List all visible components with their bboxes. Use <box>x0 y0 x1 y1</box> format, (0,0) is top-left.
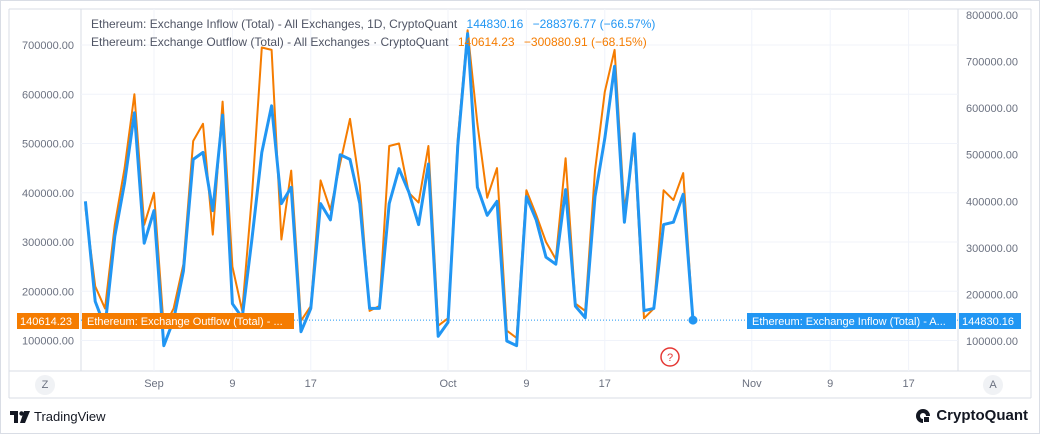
left-axis-ticks: 700000.00 600000.00 500000.00 400000.00 3000… <box>22 40 74 348</box>
left-axis-tick-label: 500000.00 <box>22 139 74 151</box>
outflow-name-tag-text: Ethereum: Exchange Outflow (Total) - ... <box>87 316 283 328</box>
outflow-price-tag-text: 140614.23 <box>20 316 72 328</box>
inflow-name-tag-text: Ethereum: Exchange Inflow (Total) - A... <box>752 316 946 328</box>
cryptoquant-label: CryptoQuant <box>936 407 1028 424</box>
outflow-name-tag: Ethereum: Exchange Outflow (Total) - ... <box>82 313 294 329</box>
right-axis-a-button[interactable]: A <box>983 375 1003 395</box>
time-axis-tick-label: 17 <box>305 378 317 390</box>
right-axis-tick-label: 100000.00 <box>966 336 1018 348</box>
time-axis-ticks: Sep 9 17 Oct 9 17 Nov 9 17 <box>144 378 915 390</box>
left-axis-z-button[interactable]: Z <box>35 375 55 395</box>
right-axis-tick-label: 700000.00 <box>966 57 1018 69</box>
cryptoquant-icon <box>916 408 932 424</box>
cryptoquant-logo[interactable]: CryptoQuant <box>915 407 1028 424</box>
time-axis-tick-label: 9 <box>229 378 235 390</box>
left-axis-tick-label: 400000.00 <box>22 188 74 200</box>
right-axis-tick-label: 200000.00 <box>966 289 1018 301</box>
left-axis-tick-label: 600000.00 <box>22 89 74 101</box>
right-axis-tick-label: 400000.00 <box>966 196 1018 208</box>
outflow-series-line <box>84 29 694 339</box>
legend-inflow[interactable]: Ethereum: Exchange Inflow (Total) - All … <box>91 17 655 31</box>
time-axis-tick-label: Nov <box>742 378 762 390</box>
time-axis-tick-label: Sep <box>144 378 164 390</box>
inflow-last-point <box>688 315 698 325</box>
tradingview-label: TradingView <box>34 409 106 424</box>
left-axis-tick-label: 100000.00 <box>22 336 74 348</box>
left-axis-tick-label: 700000.00 <box>22 40 74 52</box>
right-axis-tick-label: 800000.00 <box>966 10 1018 22</box>
time-axis-tick-label: 17 <box>902 378 914 390</box>
inflow-name-tag: Ethereum: Exchange Inflow (Total) - A... <box>747 313 956 329</box>
outflow-price-tag: 140614.23 <box>17 313 79 329</box>
inflow-price-tag: 144830.16 <box>959 313 1021 329</box>
legend-outflow[interactable]: Ethereum: Exchange Outflow (Total) - All… <box>91 35 647 49</box>
time-axis-tick-label: Oct <box>439 378 456 390</box>
inflow-series-line <box>83 32 695 348</box>
right-axis-ticks: 800000.00 700000.00 600000.00 500000.00 4000… <box>966 10 1018 348</box>
left-axis-tick-label: 300000.00 <box>22 237 74 249</box>
inflow-price-tag-text: 144830.16 <box>962 316 1014 328</box>
help-button[interactable]: ? <box>660 347 680 367</box>
help-icon-text: ? <box>667 352 673 364</box>
time-axis-tick-label: 17 <box>599 378 611 390</box>
right-axis-tick-label: 500000.00 <box>966 150 1018 162</box>
tradingview-logo[interactable]: TradingView <box>10 409 106 424</box>
time-axis-tick-label: 9 <box>523 378 529 390</box>
time-axis-tick-label: 9 <box>827 378 833 390</box>
right-axis-tick-label: 600000.00 <box>966 103 1018 115</box>
right-axis-tick-label: 300000.00 <box>966 243 1018 255</box>
tradingview-icon <box>10 410 30 423</box>
chart-svg[interactable]: 700000.00 600000.00 500000.00 400000.00 3000… <box>0 0 1040 402</box>
left-axis-tick-label: 200000.00 <box>22 286 74 298</box>
footer: TradingView CryptoQuant <box>0 402 1040 434</box>
